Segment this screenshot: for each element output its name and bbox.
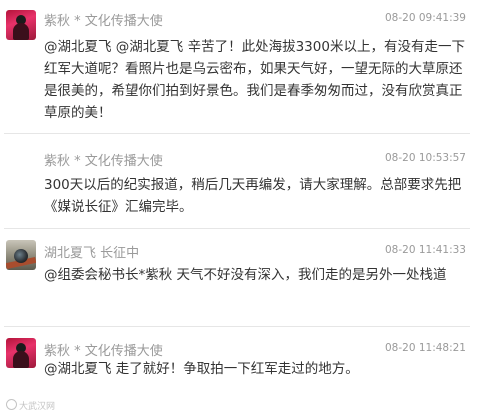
comment-thread: 紫秋 * 文化传播大使 08-20 09:41:39 @湖北夏飞 @湖北夏飞 辛… [0,0,484,414]
camera-lens-icon [14,249,28,263]
comment-text: @湖北夏飞 @湖北夏飞 辛苦了！此处海拔3300米以上，有没有走一下红军大道呢？… [44,39,465,121]
comment-author[interactable]: 紫秋 * 文化传播大使 [44,340,163,359]
comment-item: 紫秋 * 文化传播大使 08-20 11:48:21 @湖北夏飞 走了就好！争取… [0,330,484,400]
comment-divider [4,133,470,134]
comment-author[interactable]: 紫秋 * 文化传播大使 [44,10,163,29]
comment-divider [4,228,470,229]
comment-author[interactable]: 紫秋 * 文化传播大使 [44,150,163,169]
comment-author[interactable]: 湖北夏飞 长征中 [44,242,139,261]
comment-timestamp: 08-20 11:48:21 [384,342,466,354]
user-avatar[interactable] [6,10,36,40]
comment-text: 300天以后的纪实报道，稍后几天再编发，请大家理解。总部要求先把《媒说长征》汇编… [44,177,462,215]
user-avatar[interactable] [6,240,36,270]
comment-timestamp: 08-20 10:53:57 [384,152,466,164]
comment-text: @湖北夏飞 走了就好！争取拍一下红军走过的地方。 [44,361,359,377]
site-watermark: 大武汉网 [6,399,55,412]
comment-divider [4,326,470,327]
comment-timestamp: 08-20 09:41:39 [384,12,466,24]
comment-item: 湖北夏飞 长征中 08-20 11:41:33 @组委会秘书长*紫秋 天气不好没… [0,232,484,322]
user-avatar[interactable] [6,338,36,368]
comment-timestamp: 08-20 11:41:33 [384,244,466,256]
comment-text: @组委会秘书长*紫秋 天气不好没有深入，我们走的是另外一处栈道 [44,267,447,283]
comment-item: 紫秋 * 文化传播大使 08-20 09:41:39 @湖北夏飞 @湖北夏飞 辛… [0,0,484,128]
watermark-logo-icon [6,399,17,410]
comment-item: 紫秋 * 文化传播大使 08-20 10:53:57 300天以后的纪实报道，稍… [0,138,484,215]
